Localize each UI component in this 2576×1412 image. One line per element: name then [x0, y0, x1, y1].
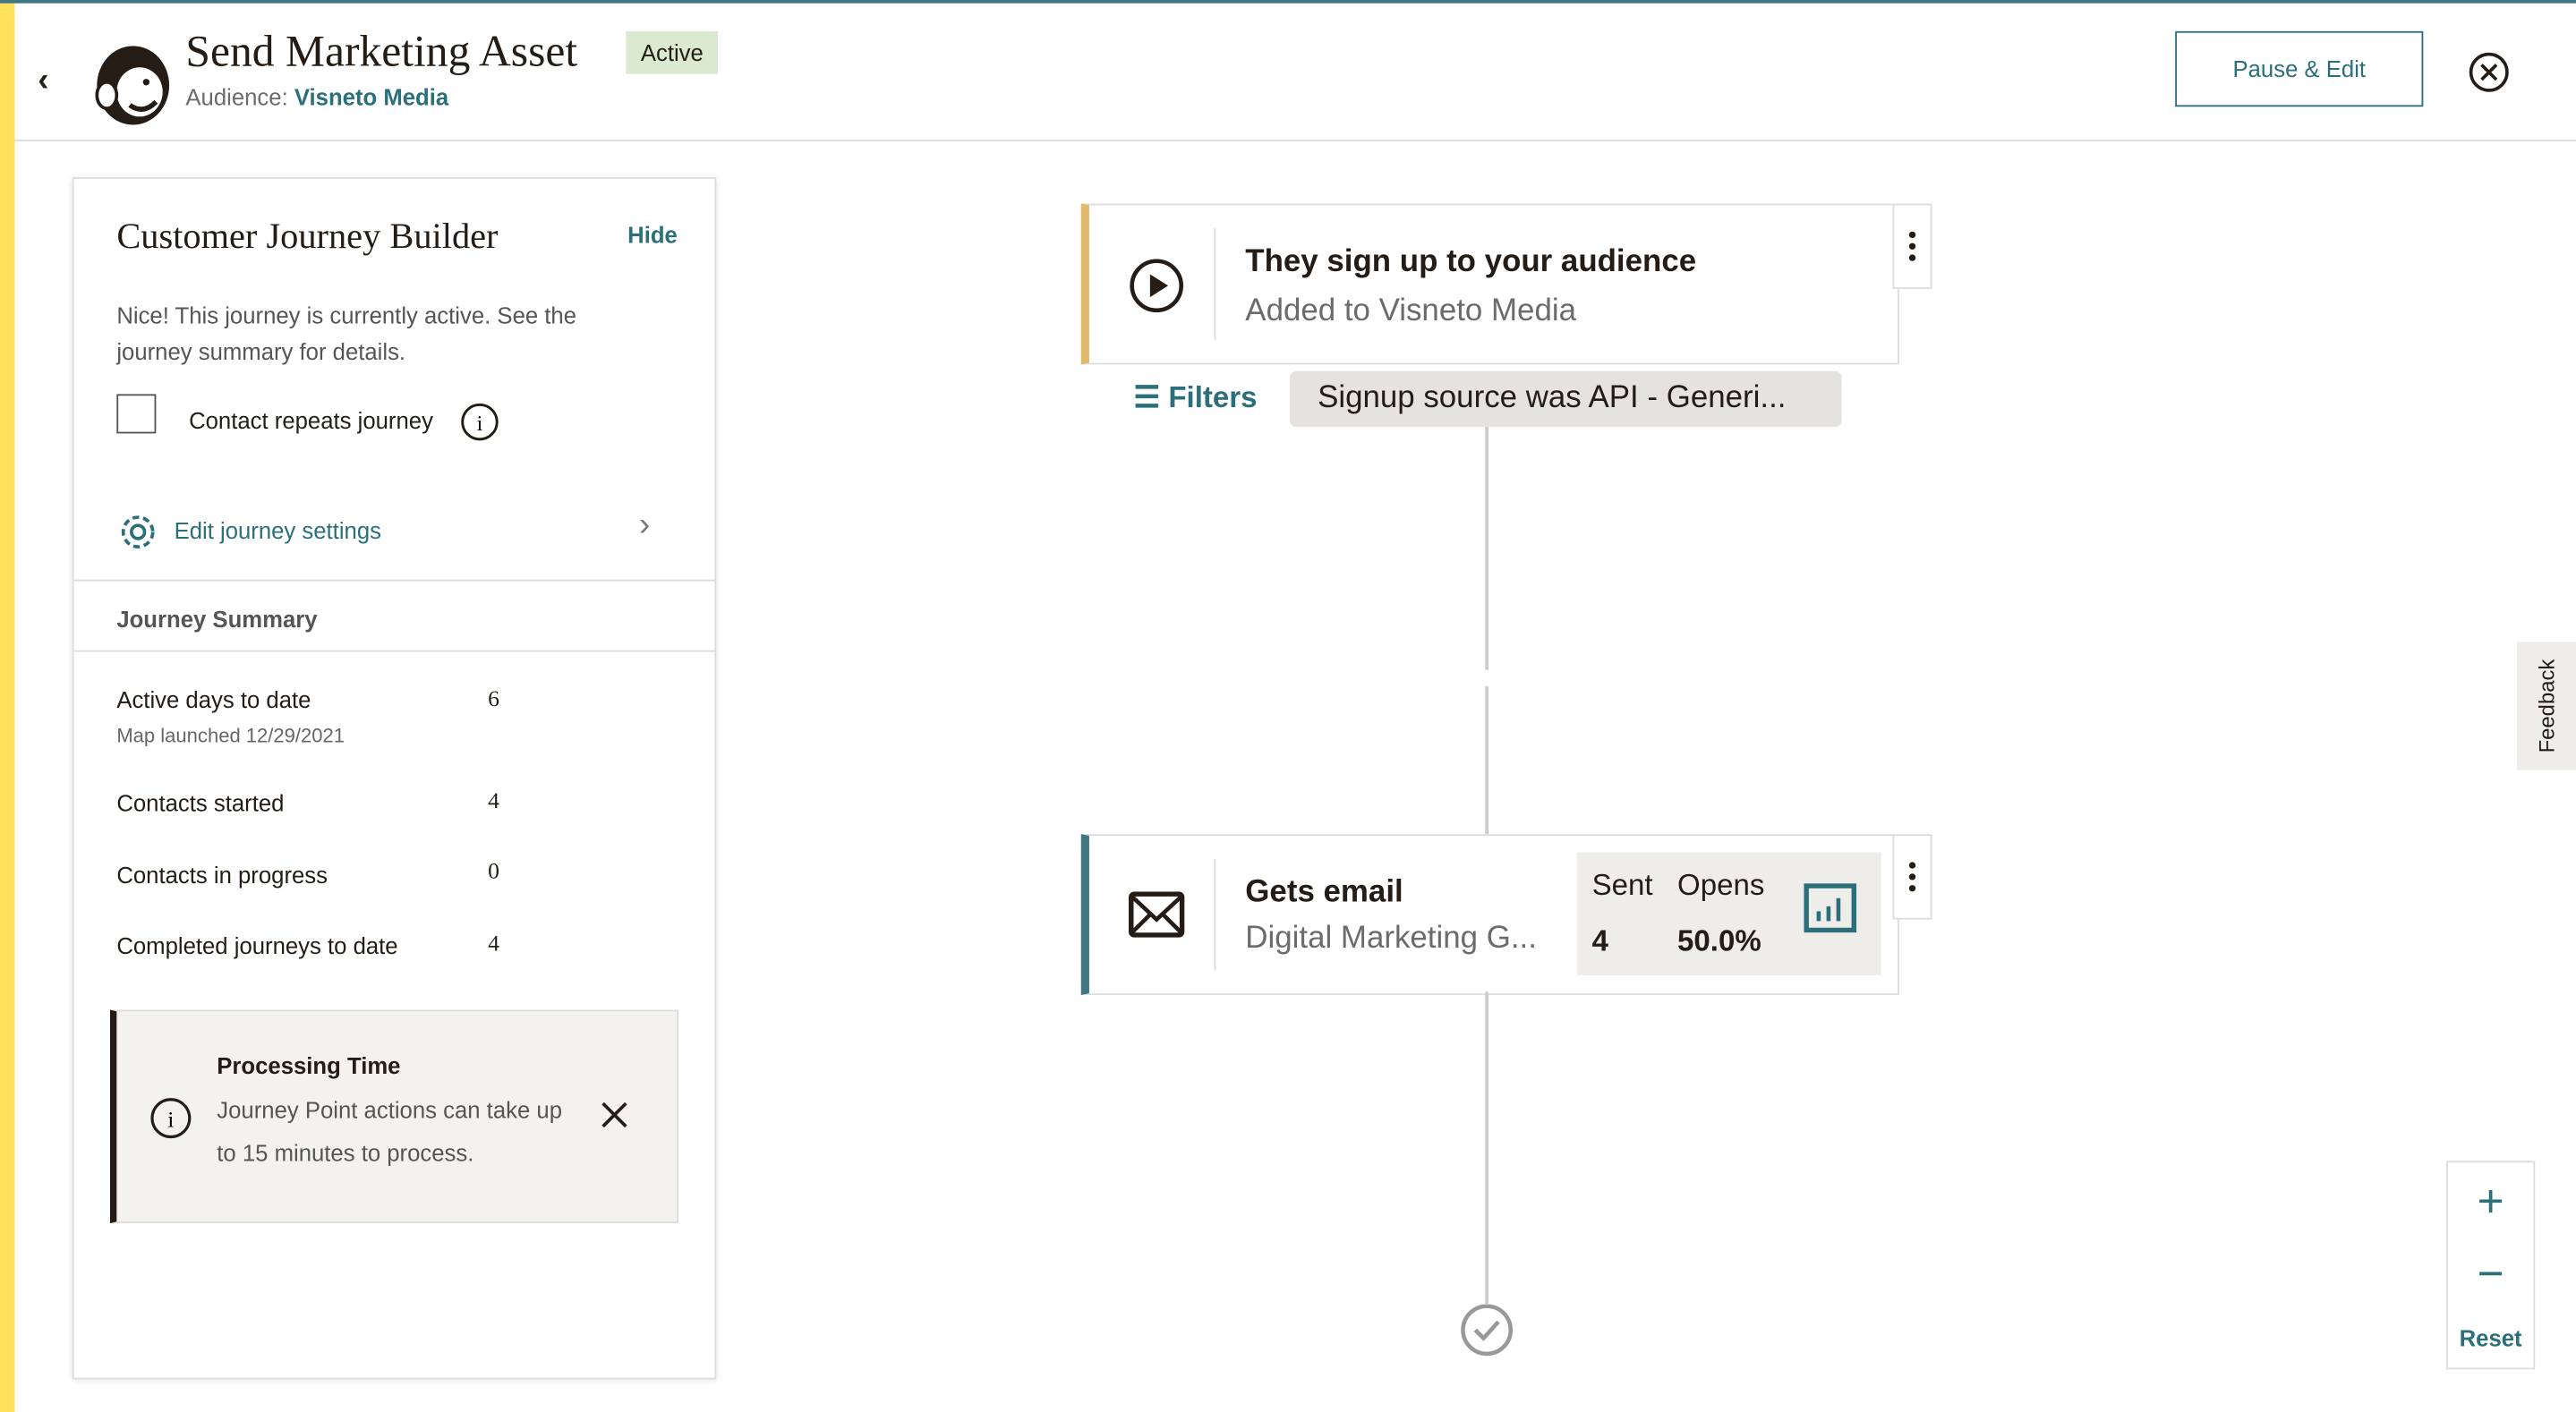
audience-line: Audience: Visneto Media [185, 84, 448, 110]
info-icon[interactable]: i [460, 403, 499, 442]
gear-icon [121, 515, 155, 549]
sent-value: 4 [1591, 924, 1608, 957]
repeat-checkbox[interactable] [116, 394, 157, 434]
filters-button[interactable]: ☰ Filters [1133, 381, 1257, 416]
report-chart-icon[interactable] [1804, 883, 1857, 933]
stat-label: Active days to date [116, 686, 311, 713]
svg-text:i: i [167, 1107, 174, 1133]
divider [73, 650, 715, 652]
stat-value: 4 [488, 789, 499, 815]
close-icon[interactable] [596, 1097, 632, 1133]
chevron-right-icon: › [639, 507, 651, 544]
summary-title: Journey Summary [116, 606, 318, 633]
edit-settings-link[interactable]: Edit journey settings › [116, 507, 667, 553]
email-stats: Sent 4 Opens 50.0% [1577, 852, 1881, 975]
stat-label: Completed journeys to date [116, 932, 398, 959]
hide-button[interactable]: Hide [627, 222, 678, 248]
sent-label: Sent [1591, 868, 1653, 902]
feedback-tab[interactable]: Feedback [2516, 642, 2576, 770]
pause-edit-button[interactable]: Pause & Edit [2175, 30, 2424, 107]
active-message: Nice! This journey is currently active. … [116, 302, 577, 365]
zoom-out-button[interactable]: − [2448, 1248, 2533, 1301]
zoom-controls: + − Reset [2446, 1161, 2536, 1370]
trigger-title: They sign up to your audience [1245, 244, 1697, 279]
connector-line [1485, 991, 1488, 1304]
stat-sub: Map launched 12/29/2021 [116, 724, 345, 747]
play-icon [1130, 259, 1184, 313]
stat-label: Contacts started [116, 789, 285, 816]
notice-body: Journey Point actions can take up to 15 … [217, 1096, 562, 1166]
filters-label: Filters [1168, 380, 1258, 414]
trigger-subtitle: Added to Visneto Media [1245, 293, 1576, 328]
zoom-in-button[interactable]: + [2448, 1176, 2533, 1229]
notice-title: Processing Time [217, 1052, 401, 1079]
email-menu-button[interactable] [1892, 834, 1932, 920]
connector-line [1485, 427, 1488, 670]
repeat-label: Contact repeats journey [189, 407, 433, 434]
email-title: Gets email [1245, 875, 1403, 910]
trigger-card[interactable]: They sign up to your audience Added to V… [1080, 203, 1899, 365]
feedback-label: Feedback [2534, 659, 2559, 753]
opens-label: Opens [1677, 868, 1765, 902]
stat-value: 0 [488, 860, 499, 886]
connector-line [1485, 686, 1488, 835]
stat-value: 4 [488, 932, 499, 957]
panel-title: Customer Journey Builder [116, 215, 499, 257]
mailchimp-logo-icon [95, 46, 170, 125]
journey-builder-panel: Customer Journey Builder Hide Nice! This… [72, 177, 717, 1380]
header: ‹ Send Marketing Asset Active Audience: … [14, 4, 2576, 141]
stat-label: Contacts in progress [116, 862, 328, 889]
side-accent-bar [0, 0, 15, 1412]
end-check-icon [1461, 1304, 1514, 1357]
filter-chip[interactable]: Signup source was API - Generi... [1289, 370, 1842, 428]
page-title: Send Marketing Asset [185, 26, 578, 76]
divider [73, 579, 715, 582]
edit-settings-label: Edit journey settings [174, 517, 381, 544]
processing-notice: i Processing Time Journey Point actions … [109, 1009, 679, 1224]
trigger-menu-button[interactable] [1892, 203, 1932, 289]
info-icon: i [150, 1098, 192, 1139]
email-card[interactable]: Gets email Digital Marketing G... Sent 4… [1080, 834, 1899, 996]
divider [1214, 858, 1216, 971]
opens-value: 50.0% [1677, 924, 1761, 957]
reset-button[interactable]: Reset [2448, 1325, 2533, 1351]
stat-value: 6 [488, 687, 499, 713]
svg-text:i: i [477, 413, 483, 436]
audience-label: Audience: [185, 83, 288, 110]
envelope-icon [1128, 891, 1185, 938]
email-subtitle: Digital Marketing G... [1245, 921, 1537, 956]
audience-link[interactable]: Visneto Media [294, 84, 448, 110]
divider [1214, 228, 1216, 340]
status-badge: Active [626, 30, 719, 74]
close-circle-icon[interactable] [2468, 51, 2511, 94]
back-chevron-icon[interactable]: ‹ [38, 63, 48, 100]
filter-lines-icon: ☰ [1133, 380, 1161, 414]
